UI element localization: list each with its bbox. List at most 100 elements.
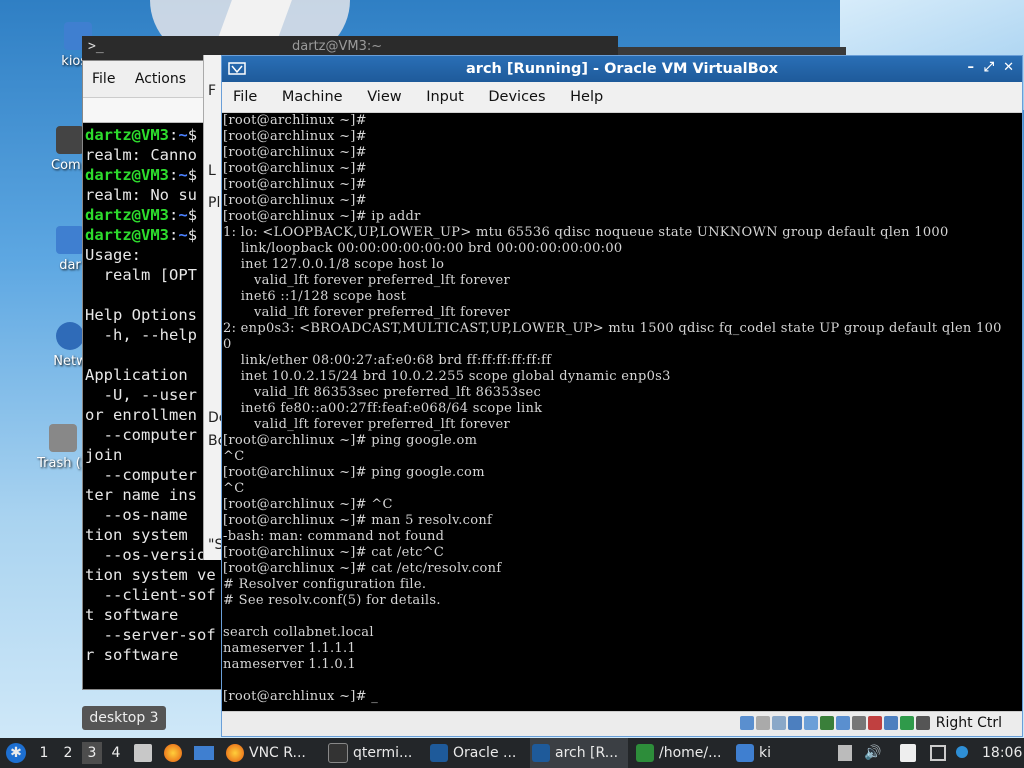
menu-input[interactable]: Input bbox=[415, 82, 473, 105]
prompt-user: dartz@VM3 bbox=[85, 126, 169, 144]
computer-icon bbox=[56, 126, 84, 154]
maximize-icon[interactable]: ⤢ bbox=[984, 60, 994, 75]
volume-icon[interactable]: 🔊 bbox=[864, 738, 881, 768]
task-arch[interactable]: arch [R... bbox=[530, 738, 628, 768]
menu-view[interactable]: View bbox=[356, 82, 410, 105]
user-home-icon bbox=[56, 226, 84, 254]
host-key-label: Right Ctrl bbox=[935, 715, 1002, 731]
workspace-4[interactable]: 4 bbox=[106, 742, 126, 764]
task-label: qtermi... bbox=[353, 745, 413, 761]
terminal-line: --server-sof bbox=[85, 626, 216, 644]
fm-item[interactable]: F bbox=[208, 83, 216, 99]
file-manager-window[interactable]: F L Pl De Bo "S bbox=[203, 55, 223, 560]
folder-icon bbox=[736, 744, 754, 762]
task-label: Oracle ... bbox=[453, 745, 517, 761]
task-vnc[interactable]: VNC R... bbox=[226, 738, 320, 768]
task-home[interactable]: /home/... bbox=[636, 738, 730, 768]
minimize-icon[interactable]: – bbox=[968, 60, 975, 75]
console-line: nameserver 1.1.1.1 bbox=[223, 641, 356, 656]
virtualbox-titlebar[interactable]: arch [Running] - Oracle VM VirtualBox – … bbox=[222, 56, 1022, 82]
prompt-end: $ bbox=[187, 126, 198, 144]
workspace-3[interactable]: 3 bbox=[82, 742, 102, 764]
console-line: valid_lft forever preferred_lft forever bbox=[223, 305, 511, 320]
firefox-icon bbox=[226, 744, 244, 762]
file-manager-launcher-icon[interactable] bbox=[134, 744, 152, 762]
close-icon[interactable]: ✕ bbox=[1003, 60, 1014, 75]
app-menu-icon[interactable]: ✱ bbox=[6, 743, 26, 763]
terminal-line: t software bbox=[85, 606, 179, 624]
menu-devices[interactable]: Devices bbox=[477, 82, 554, 105]
qterminal-title: dartz@VM3:~ bbox=[292, 39, 383, 54]
clipboard-icon[interactable] bbox=[838, 745, 852, 761]
optical-icon[interactable] bbox=[756, 716, 770, 730]
console-line: [root@archlinux ~]# bbox=[223, 161, 367, 176]
prompt-separator: : bbox=[169, 226, 179, 244]
menu-file[interactable]: File bbox=[222, 82, 266, 105]
console-line: [root@archlinux ~]# ping google.om bbox=[223, 433, 478, 448]
console-line: [root@archlinux ~]# bbox=[223, 193, 367, 208]
mouse-integration-icon[interactable] bbox=[900, 716, 914, 730]
prompt-path: ~ bbox=[178, 126, 188, 144]
console-line: [root@archlinux ~]# ping google.com bbox=[223, 465, 485, 480]
qterminal-menubar: File Actions bbox=[83, 61, 223, 98]
recording-icon[interactable] bbox=[868, 716, 882, 730]
qterminal-tabstrip[interactable] bbox=[83, 98, 223, 123]
prompt-end: $ bbox=[187, 226, 198, 244]
vm-console-output[interactable]: [root@archlinux ~]# [root@archlinux ~]# [r… bbox=[222, 113, 1022, 705]
network-icon[interactable] bbox=[788, 716, 802, 730]
keyboard-icon[interactable] bbox=[916, 716, 930, 730]
console-line: [root@archlinux ~]# ip addr bbox=[223, 209, 421, 224]
console-line: inet 10.0.2.15/24 brd 10.0.2.255 scope g… bbox=[223, 369, 671, 384]
virtualbox-icon bbox=[532, 744, 550, 762]
terminal-line: tion system ve bbox=[85, 566, 216, 584]
qterminal-output[interactable]: dartz@VM3:~$ realm: Canno dartz@VM3:~$ real… bbox=[83, 123, 223, 665]
console-line: [root@archlinux ~]# cat /etc^C bbox=[223, 545, 445, 560]
console-line: ^C bbox=[223, 449, 245, 464]
console-line: [root@archlinux ~]# man 5 resolv.conf bbox=[223, 513, 493, 528]
notes-icon[interactable] bbox=[900, 744, 916, 762]
task-qterminal[interactable]: qtermi... bbox=[328, 738, 422, 768]
desktop-label: desktop 3 bbox=[82, 706, 166, 730]
qterminal-menu-actions[interactable]: Actions bbox=[126, 61, 192, 87]
console-line: link/ether 08:00:27:af:e0:68 brd ff:ff:f… bbox=[223, 353, 552, 368]
virtualbox-window[interactable]: arch [Running] - Oracle VM VirtualBox – … bbox=[221, 55, 1023, 737]
network-icon[interactable] bbox=[930, 745, 946, 761]
menu-help[interactable]: Help bbox=[559, 82, 612, 105]
console-line: 1: lo: <LOOPBACK,UP,LOWER_UP> mtu 65536 … bbox=[223, 225, 949, 240]
cpu-icon[interactable] bbox=[884, 716, 898, 730]
virtualbox-menubar: File Machine View Input Devices Help bbox=[222, 82, 1022, 113]
terminal-line: --client-sof bbox=[85, 586, 216, 604]
window-title: arch [Running] - Oracle VM VirtualBox bbox=[466, 61, 778, 77]
prompt-path: ~ bbox=[178, 166, 188, 184]
fm-item[interactable]: L bbox=[208, 163, 216, 179]
task-oracle[interactable]: Oracle ... bbox=[430, 738, 524, 768]
console-line: 2: enp0s3: <BROADCAST,MULTICAST,UP,LOWER… bbox=[223, 321, 1002, 336]
terminal-icon: >_ bbox=[88, 39, 104, 54]
clock[interactable]: 18:06 bbox=[982, 738, 1022, 768]
usb-icon[interactable] bbox=[804, 716, 818, 730]
workspace-1[interactable]: 1 bbox=[34, 742, 54, 764]
qterminal-menu-file[interactable]: File bbox=[83, 61, 121, 87]
fm-item[interactable]: Pl bbox=[208, 195, 220, 211]
vm-console-screen[interactable]: [root@archlinux ~]# [root@archlinux ~]# [r… bbox=[222, 113, 1022, 711]
workspace-2[interactable]: 2 bbox=[58, 742, 78, 764]
firefox-launcher-icon[interactable] bbox=[164, 744, 182, 762]
shared-folders-icon[interactable] bbox=[820, 716, 834, 730]
audio-icon[interactable] bbox=[772, 716, 786, 730]
updates-icon[interactable] bbox=[956, 746, 968, 758]
console-line: ^C bbox=[223, 481, 245, 496]
prompt-path: ~ bbox=[178, 206, 188, 224]
console-line: [root@archlinux ~]# bbox=[223, 177, 367, 192]
capture-icon[interactable] bbox=[852, 716, 866, 730]
console-line: -bash: man: command not found bbox=[223, 529, 445, 544]
prompt-user: dartz@VM3 bbox=[85, 206, 169, 224]
hdd-icon[interactable] bbox=[740, 716, 754, 730]
console-line: [root@archlinux ~]# _ bbox=[223, 689, 379, 704]
console-line: [root@archlinux ~]# bbox=[223, 145, 367, 160]
task-ki[interactable]: ki bbox=[736, 738, 796, 768]
console-line: [root@archlinux ~]# bbox=[223, 129, 367, 144]
menu-machine[interactable]: Machine bbox=[271, 82, 352, 105]
display-icon[interactable] bbox=[836, 716, 850, 730]
show-desktop-icon[interactable] bbox=[194, 746, 214, 760]
